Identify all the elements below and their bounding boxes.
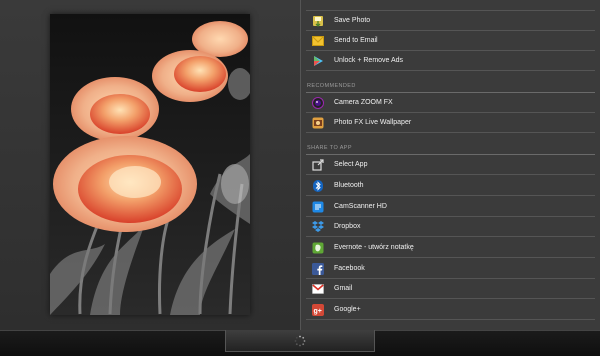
section-header-recommended: RECOMMENDED <box>307 83 356 89</box>
menu-item-camera-zoom-fx[interactable]: Camera ZOOM FX <box>306 93 595 113</box>
menu-item-bluetooth[interactable]: Bluetooth <box>306 176 595 196</box>
share-menu-panel: Save Photo Send to Email Unlock + Remove… <box>300 0 600 330</box>
section-header-share-to-app: SHARE TO APP <box>307 145 352 151</box>
menu-item-save-photo[interactable]: Save Photo <box>306 11 595 31</box>
menu-item-google-plus[interactable]: g+ Google+ <box>306 300 595 320</box>
menu-item-label: Unlock + Remove Ads <box>334 57 404 64</box>
menu-item-send-to-email[interactable]: Send to Email <box>306 31 595 51</box>
menu-item-label: Gmail <box>334 285 353 292</box>
menu-item-gmail[interactable]: Gmail <box>306 279 595 299</box>
menu-item-unlock-remove-ads[interactable]: Unlock + Remove Ads <box>306 51 595 71</box>
menu-item-evernote[interactable]: Evernote - utwórz notatkę <box>306 238 595 258</box>
camera-zoom-fx-icon <box>311 96 324 109</box>
menu-item-select-app[interactable]: Select App <box>306 155 595 175</box>
select-app-icon <box>311 158 324 171</box>
menu-item-label: Photo FX Live Wallpaper <box>334 119 412 126</box>
menu-item-camscanner-hd[interactable]: CamScanner HD <box>306 197 595 217</box>
menu-item-dropbox[interactable]: Dropbox <box>306 217 595 237</box>
menu-item-label: Camera ZOOM FX <box>334 99 393 106</box>
menu-item-label: Save Photo <box>334 17 371 24</box>
tulip-image <box>50 14 250 315</box>
menu-item-label: Google+ <box>334 306 361 313</box>
menu-item-label: Dropbox <box>334 223 361 230</box>
loading-spinner-icon <box>294 335 306 347</box>
photo-preview <box>50 14 250 315</box>
svg-text:g+: g+ <box>313 308 321 315</box>
menu-item-label: Facebook <box>334 265 365 272</box>
preview-pane <box>0 0 300 330</box>
save-photo-icon <box>311 14 324 27</box>
evernote-icon <box>311 241 324 254</box>
loading-box <box>225 330 375 352</box>
menu-item-label: CamScanner HD <box>334 203 387 210</box>
facebook-icon <box>311 262 324 275</box>
bluetooth-icon <box>311 179 324 192</box>
menu-item-label: Evernote - utwórz notatkę <box>334 244 414 251</box>
menu-item-label: Bluetooth <box>334 182 364 189</box>
menu-item-label: Send to Email <box>334 37 378 44</box>
menu-item-label: Select App <box>334 161 368 168</box>
dropbox-icon <box>311 220 324 233</box>
google-plus-icon: g+ <box>311 303 324 316</box>
camscanner-icon <box>311 200 324 213</box>
menu-item-photo-fx-live-wallpaper[interactable]: Photo FX Live Wallpaper <box>306 113 595 133</box>
photo-fx-icon <box>311 116 324 129</box>
play-store-icon <box>311 54 324 67</box>
email-icon <box>311 34 324 47</box>
menu-item-facebook[interactable]: Facebook <box>306 259 595 279</box>
gmail-icon <box>311 282 324 295</box>
